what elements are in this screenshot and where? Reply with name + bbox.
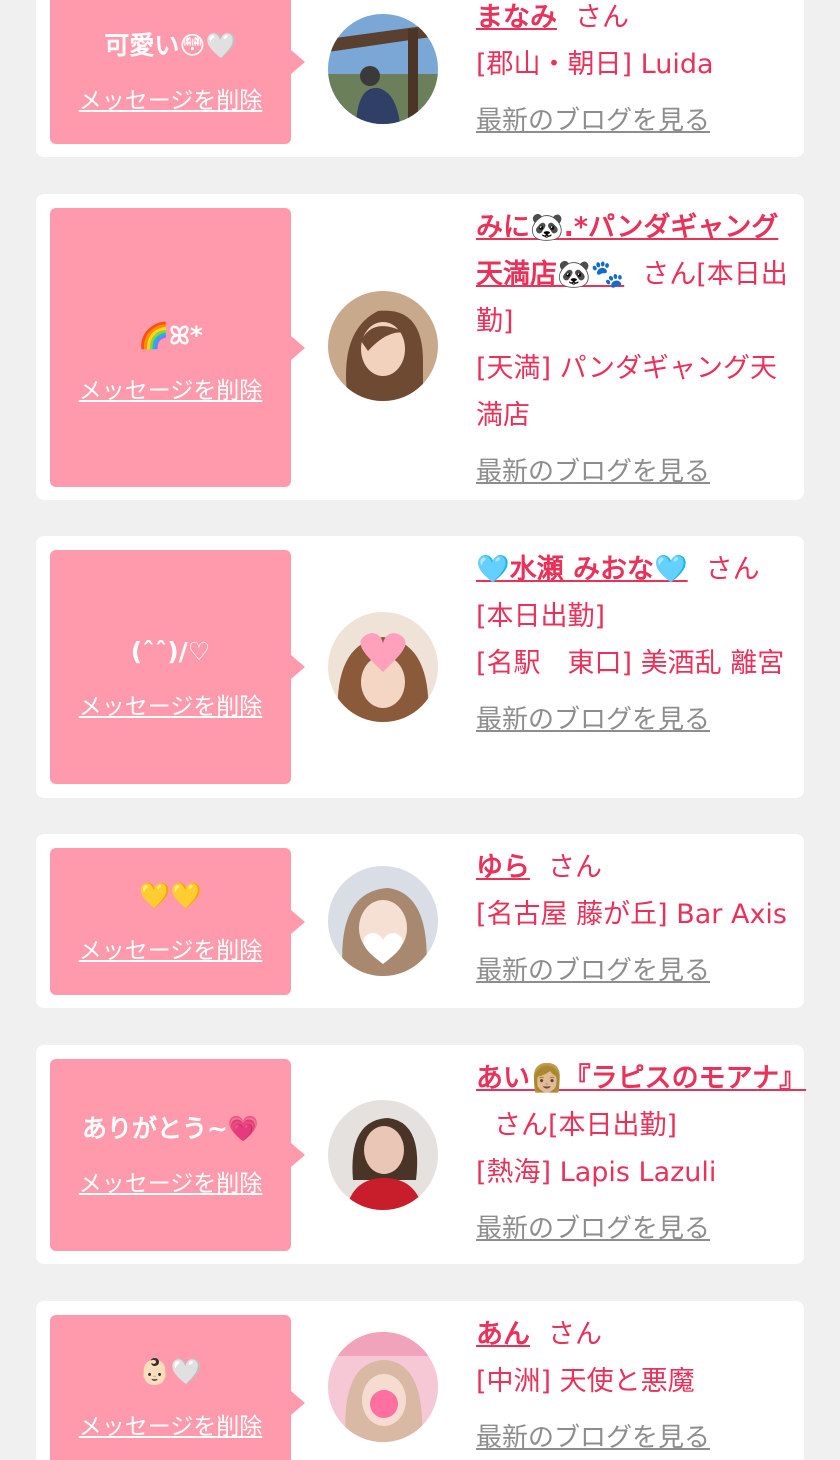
- honorific: さん: [705, 554, 760, 585]
- honorific: さん: [575, 2, 629, 33]
- latest-blog-link[interactable]: 最新のブログを見る: [476, 948, 710, 995]
- sender-info: あい👩🏼『ラピスのモアナ』さん[本日出勤] [熱海] Lapis Lazuli …: [476, 1055, 806, 1253]
- sender-name-link[interactable]: あい👩🏼『ラピスのモアナ』: [476, 1063, 806, 1094]
- message-text: 🌈ꕤ*: [137, 320, 203, 350]
- honorific: さん: [494, 1110, 548, 1141]
- avatar[interactable]: [328, 612, 438, 722]
- message-text: 可愛い😳🤍: [104, 31, 237, 60]
- delete-message-link[interactable]: メッセージを削除: [79, 81, 263, 115]
- shop-label: [天満] パンダギャング天満店: [476, 353, 777, 431]
- message-card: ありがとう~💗 メッセージを削除 あい👩🏼『ラピスのモアナ』さん[本日出勤] […: [36, 1045, 806, 1264]
- avatar[interactable]: [328, 1100, 438, 1210]
- delete-message-link[interactable]: メッセージを削除: [79, 931, 263, 965]
- message-card: 🌈ꕤ* メッセージを削除 みに🐼.*パンダギャング天満店🐼🐾 さん[本日出勤] […: [36, 194, 804, 500]
- status-label: [本日出勤]: [548, 1110, 678, 1141]
- message-bubble: 🌈ꕤ* メッセージを削除: [50, 208, 305, 487]
- latest-blog-link[interactable]: 最新のブログを見る: [476, 1415, 710, 1460]
- message-list: 可愛い😳🤍 メッセージを削除 まなみ さん [郡山・朝日] Luida 最新のブロ…: [0, 0, 840, 1460]
- latest-blog-link[interactable]: 最新のブログを見る: [476, 449, 710, 496]
- shop-label: [郡山・朝日] Luida: [476, 49, 714, 80]
- latest-blog-link[interactable]: 最新のブログを見る: [476, 1206, 710, 1253]
- sender-name-link[interactable]: まなみ: [476, 2, 557, 33]
- shop-label: [中洲] 天使と悪魔: [476, 1366, 695, 1397]
- sender-name-link[interactable]: ゆら: [476, 852, 530, 883]
- sender-info: みに🐼.*パンダギャング天満店🐼🐾 さん[本日出勤] [天満] パンダギャング天満…: [476, 204, 794, 496]
- shop-label: [熱海] Lapis Lazuli: [476, 1157, 717, 1188]
- honorific: さん: [642, 259, 697, 290]
- delete-message-link[interactable]: メッセージを削除: [79, 687, 263, 721]
- message-card: 可愛い😳🤍 メッセージを削除 まなみ さん [郡山・朝日] Luida 最新のブロ…: [36, 0, 804, 157]
- message-bubble: 👶🏻🤍 メッセージを削除: [50, 1315, 305, 1460]
- latest-blog-link[interactable]: 最新のブログを見る: [476, 98, 710, 145]
- message-text: 💛💛: [139, 880, 202, 910]
- shop-label: [名古屋 藤が丘] Bar Axis: [476, 899, 788, 930]
- message-card: 👶🏻🤍 メッセージを削除 あん さん [中洲] 天使と悪魔 最新のブログを見る: [36, 1301, 804, 1460]
- delete-message-link[interactable]: メッセージを削除: [79, 1407, 263, 1441]
- shop-label: [名駅 東口] 美酒乱 離宮: [476, 648, 785, 679]
- message-bubble: (ˆˆ)/♡ メッセージを削除: [50, 550, 305, 784]
- status-label: [本日出勤]: [476, 601, 606, 632]
- message-text: (ˆˆ)/♡: [130, 637, 211, 666]
- avatar[interactable]: [328, 14, 438, 124]
- avatar[interactable]: [328, 866, 438, 976]
- message-card: 💛💛 メッセージを削除 ゆら さん [名古屋 藤が丘] Bar Axis 最新のブ…: [36, 834, 804, 1008]
- message-bubble: 💛💛 メッセージを削除: [50, 848, 305, 995]
- avatar[interactable]: [328, 291, 438, 401]
- sender-name-link[interactable]: 🩵水瀬 みおな🩵: [476, 554, 688, 585]
- latest-blog-link[interactable]: 最新のブログを見る: [476, 697, 710, 744]
- message-text: ありがとう~💗: [81, 1114, 260, 1143]
- sender-info: ゆら さん [名古屋 藤が丘] Bar Axis 最新のブログを見る: [476, 844, 794, 995]
- honorific: さん: [548, 1319, 602, 1350]
- delete-message-link[interactable]: メッセージを削除: [79, 1164, 263, 1198]
- honorific: さん: [548, 852, 602, 883]
- sender-info: まなみ さん [郡山・朝日] Luida 最新のブログを見る: [476, 0, 794, 145]
- sender-info: あん さん [中洲] 天使と悪魔 最新のブログを見る: [476, 1311, 794, 1460]
- sender-info: 🩵水瀬 みおな🩵 さん [本日出勤] [名駅 東口] 美酒乱 離宮 最新のブログを…: [476, 546, 794, 744]
- message-text: 👶🏻🤍: [139, 1357, 202, 1386]
- delete-message-link[interactable]: メッセージを削除: [79, 371, 263, 405]
- avatar[interactable]: [328, 1332, 438, 1442]
- message-card: (ˆˆ)/♡ メッセージを削除 🩵水瀬 みおな🩵 さん [本日出勤] [名駅 東口…: [36, 536, 804, 798]
- sender-name-link[interactable]: あん: [476, 1319, 530, 1350]
- message-bubble: ありがとう~💗 メッセージを削除: [50, 1059, 305, 1251]
- message-bubble: 可愛い😳🤍 メッセージを削除: [50, 0, 305, 144]
